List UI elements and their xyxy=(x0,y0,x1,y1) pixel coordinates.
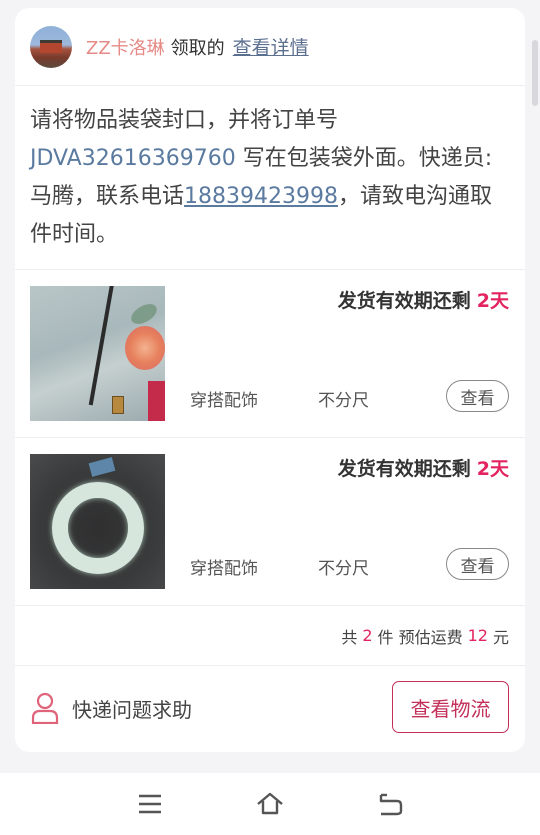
view-item-button[interactable]: 查看 xyxy=(446,548,509,580)
item-size: 不分尺 xyxy=(318,559,369,579)
pickup-notice: 请将物品装袋封口，并将订单号 JDVA32616369760 写在包装袋外面。快… xyxy=(15,86,525,270)
scroll-indicator[interactable] xyxy=(532,40,538,106)
view-logistics-button[interactable]: 查看物流 xyxy=(392,681,509,733)
system-nav-bar xyxy=(0,773,540,835)
view-details-link[interactable]: 查看详情 xyxy=(233,33,309,60)
courier-help-link[interactable]: 快递问题求助 xyxy=(72,694,192,723)
shipping-fee: 12 xyxy=(467,626,488,645)
home-icon[interactable] xyxy=(255,789,285,819)
courier-phone-link[interactable]: 18839423998 xyxy=(184,184,338,209)
product-image-necklace[interactable] xyxy=(30,286,165,421)
ship-deadline: 发货有效期还剩 2天 xyxy=(338,286,509,313)
help-row: 快递问题求助 查看物流 xyxy=(15,666,525,750)
deadline-days: 2天 xyxy=(476,290,509,312)
person-outline-icon[interactable] xyxy=(30,692,60,725)
order-summary: 共 2 件 预估运费 12 元 xyxy=(15,606,525,666)
order-item-1[interactable]: 发货有效期还剩 2天 穿搭配饰 不分尺 查看 xyxy=(15,270,525,438)
deadline-days: 2天 xyxy=(476,458,509,480)
claimed-label: 领取的 xyxy=(170,37,225,59)
item-size: 不分尺 xyxy=(318,391,369,411)
menu-icon[interactable] xyxy=(135,789,165,819)
item-category: 穿搭配饰 xyxy=(190,559,258,579)
currency-label: 元 xyxy=(492,627,509,647)
product-image-bracelet[interactable] xyxy=(30,454,165,589)
order-card: ZZ卡洛琳 领取的 查看详情 请将物品装袋封口，并将订单号 JDVA326163… xyxy=(15,8,525,752)
order-item-2[interactable]: 发货有效期还剩 2天 穿搭配饰 不分尺 查看 xyxy=(15,438,525,606)
order-number: JDVA32616369760 xyxy=(30,146,236,171)
user-name[interactable]: ZZ卡洛琳 xyxy=(86,34,165,60)
user-row: ZZ卡洛琳 领取的 查看详情 xyxy=(15,8,525,86)
view-item-button[interactable]: 查看 xyxy=(446,380,509,412)
summary-unit: 件 预估运费 xyxy=(377,627,463,647)
item-category: 穿搭配饰 xyxy=(190,391,258,411)
item-count: 2 xyxy=(362,626,373,645)
summary-prefix: 共 xyxy=(341,627,358,647)
back-icon[interactable] xyxy=(375,789,405,819)
deadline-label: 发货有效期还剩 xyxy=(337,458,471,480)
deadline-label: 发货有效期还剩 xyxy=(337,290,471,312)
ship-deadline: 发货有效期还剩 2天 xyxy=(338,454,509,481)
notice-text-1: 请将物品装袋封口，并将订单号 xyxy=(30,108,339,133)
avatar[interactable] xyxy=(30,25,72,68)
